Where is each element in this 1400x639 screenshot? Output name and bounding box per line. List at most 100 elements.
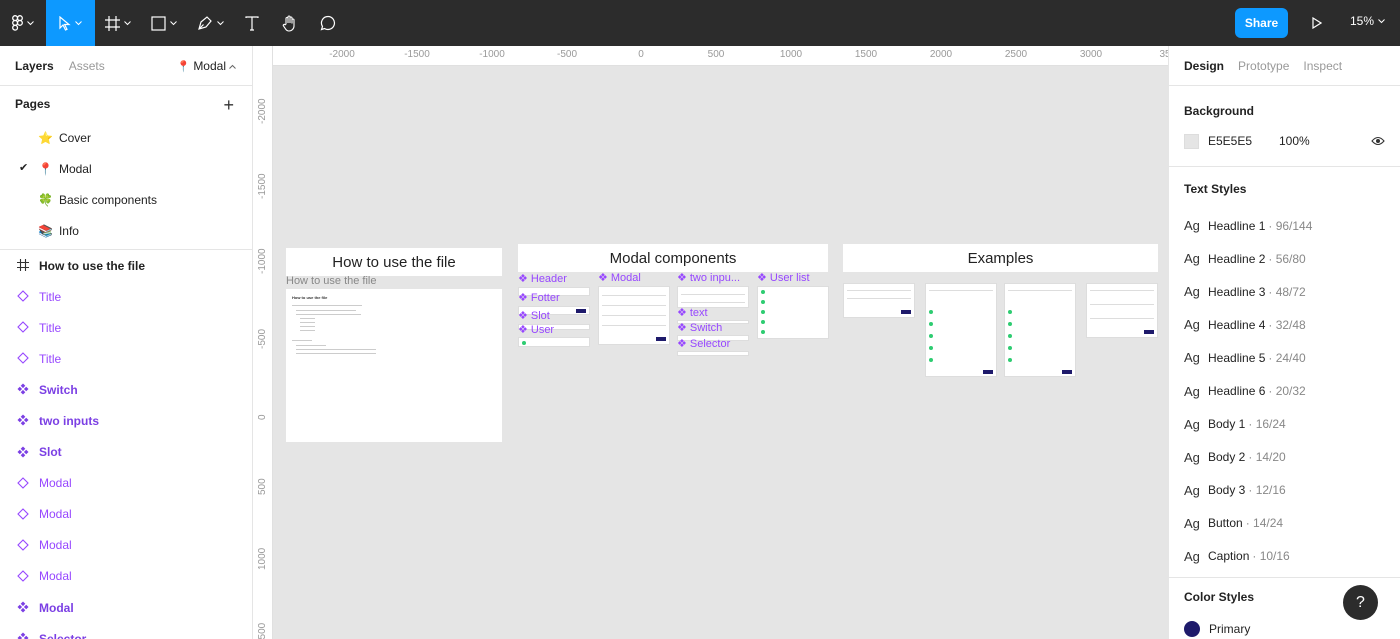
layer-item[interactable]: Title [0, 343, 252, 374]
layer-item[interactable]: Modal [0, 592, 252, 623]
text-style-spec: · 56/80 [1268, 251, 1306, 266]
ruler-tick-label: 500 [707, 49, 725, 60]
frame-title-how-to-text: How to use the file [332, 253, 456, 271]
zoom-dropdown[interactable]: 15% [1350, 14, 1385, 28]
component-label-header[interactable]: ❖ Header [518, 272, 567, 286]
text-style-item[interactable]: Ag Button · 14/24 [1169, 507, 1400, 540]
layer-item[interactable]: Selector [0, 623, 252, 639]
tab-design[interactable]: Design [1184, 59, 1224, 73]
example-modal-2[interactable] [925, 283, 997, 377]
mini-line [1090, 304, 1154, 305]
page-item-cover[interactable]: ⭐ Cover [0, 122, 252, 153]
component-label-two-inputs[interactable]: ❖ two inpu... [677, 271, 740, 285]
layer-item[interactable]: two inputs [0, 405, 252, 436]
main-menu-button[interactable] [0, 0, 46, 46]
doc-line [300, 322, 315, 323]
frame-label-how-to[interactable]: How to use the file [286, 275, 377, 287]
component-label-switch[interactable]: ❖ Switch [677, 321, 722, 335]
text-style-name: Headline 5 [1208, 350, 1266, 365]
component-label-user[interactable]: ❖ User [518, 323, 554, 337]
eye-icon[interactable] [1371, 136, 1385, 146]
tab-prototype[interactable]: Prototype [1238, 59, 1289, 73]
color-style-name: Primary [1209, 622, 1251, 637]
component-selector[interactable] [677, 351, 749, 356]
section-divider [1169, 577, 1400, 579]
text-tool-button[interactable] [233, 0, 271, 46]
text-style-ag-icon: Ag [1184, 416, 1200, 432]
instance-diamond-icon [17, 290, 29, 302]
text-style-item[interactable]: Ag Headline 6 · 20/32 [1169, 374, 1400, 407]
component-user-list[interactable] [757, 286, 829, 339]
page-item-modal[interactable]: ✔ 📍 Modal [0, 153, 252, 184]
frame-title-modal-components[interactable]: Modal components [518, 244, 828, 272]
shape-tool-button[interactable] [141, 0, 187, 46]
tab-inspect[interactable]: Inspect [1303, 59, 1342, 73]
layer-item[interactable]: Title [0, 312, 252, 343]
example-modal-4[interactable] [1086, 283, 1158, 338]
page-item-info[interactable]: 📚 Info [0, 215, 252, 246]
frame-tool-button[interactable] [95, 0, 141, 46]
layer-item[interactable]: Slot [0, 437, 252, 468]
text-style-item[interactable]: Ag Headline 3 · 48/72 [1169, 275, 1400, 308]
layer-item[interactable]: Title [0, 281, 252, 312]
layer-item[interactable]: Modal [0, 530, 252, 561]
check-icon: ✔ [19, 162, 29, 174]
text-style-item[interactable]: Ag Headline 2 · 56/80 [1169, 242, 1400, 275]
chevron-down-icon [170, 20, 177, 25]
page-item-basic-components[interactable]: 🍀 Basic components [0, 184, 252, 215]
layer-item[interactable]: Modal [0, 561, 252, 592]
component-label-text[interactable]: ❖ text [677, 306, 708, 320]
text-styles-title: Text Styles [1184, 182, 1247, 196]
frame-title-examples[interactable]: Examples [843, 244, 1158, 272]
component-modal[interactable] [598, 286, 670, 345]
text-style-item[interactable]: Ag Headline 5 · 24/40 [1169, 341, 1400, 374]
tab-layers[interactable]: Layers [15, 59, 54, 73]
page-picker[interactable]: 📍 Modal [177, 59, 236, 73]
move-tool-button[interactable] [46, 0, 95, 46]
text-style-item[interactable]: Ag Caption · 10/16 [1169, 540, 1400, 573]
component-label-selector[interactable]: ❖ Selector [677, 337, 730, 351]
present-button[interactable] [1306, 13, 1328, 33]
page-emoji-icon: 🍀 [38, 192, 53, 207]
layer-item[interactable]: Modal [0, 499, 252, 530]
layer-item[interactable]: How to use the file [0, 250, 252, 281]
page-label: Basic components [58, 192, 158, 207]
tab-assets[interactable]: Assets [69, 59, 105, 73]
component-icon: ❖ [677, 307, 687, 319]
example-modal-3[interactable] [1004, 283, 1076, 377]
layer-item[interactable]: Modal [0, 468, 252, 499]
text-style-item[interactable]: Ag Body 3 · 12/16 [1169, 474, 1400, 507]
text-style-item[interactable]: Ag Body 1 · 16/24 [1169, 408, 1400, 441]
text-style-item[interactable]: Ag Headline 4 · 32/48 [1169, 308, 1400, 341]
component-user[interactable] [518, 337, 590, 347]
frame-title-how-to[interactable]: How to use the file [286, 248, 502, 276]
doc-line [296, 353, 376, 354]
page-emoji-icon: 📍 [38, 161, 53, 176]
background-hex[interactable]: E5E5E5 [1208, 134, 1279, 148]
text-style-item[interactable]: Ag Headline 1 · 96/144 [1169, 209, 1400, 242]
frame-title-modal-components-text: Modal components [609, 249, 737, 267]
frame-how-to[interactable]: How to use the file [286, 289, 502, 442]
component-label-user-list[interactable]: ❖ User list [757, 271, 810, 285]
component-two-inputs[interactable] [677, 286, 749, 308]
layer-item[interactable]: Switch [0, 374, 252, 405]
background-opacity[interactable]: 100% [1279, 134, 1310, 148]
pen-tool-button[interactable] [187, 0, 233, 46]
comment-tool-button[interactable] [309, 0, 347, 46]
share-button[interactable]: Share [1235, 8, 1288, 38]
mini-line [602, 315, 666, 316]
background-swatch[interactable] [1184, 133, 1199, 149]
add-page-icon[interactable]: + [223, 95, 234, 116]
component-label-modal[interactable]: ❖ Modal [598, 271, 641, 285]
component-label-slot[interactable]: ❖ Slot [518, 309, 550, 323]
background-row[interactable]: E5E5E5 100% [1169, 126, 1400, 156]
help-button[interactable]: ? [1343, 585, 1378, 620]
text-style-item[interactable]: Ag Body 2 · 14/20 [1169, 441, 1400, 474]
component-label-footer[interactable]: ❖ Fotter [518, 291, 560, 305]
canvas[interactable]: -2000 -1500 -1000 -500 0 500 1000 1500 2000 2500 3… [253, 46, 1168, 639]
example-modal-1[interactable] [843, 283, 915, 318]
hand-tool-button[interactable] [271, 0, 309, 46]
zoom-level: 15% [1350, 14, 1375, 28]
pages-title: Pages [15, 97, 51, 111]
avatar-dot [761, 320, 765, 324]
